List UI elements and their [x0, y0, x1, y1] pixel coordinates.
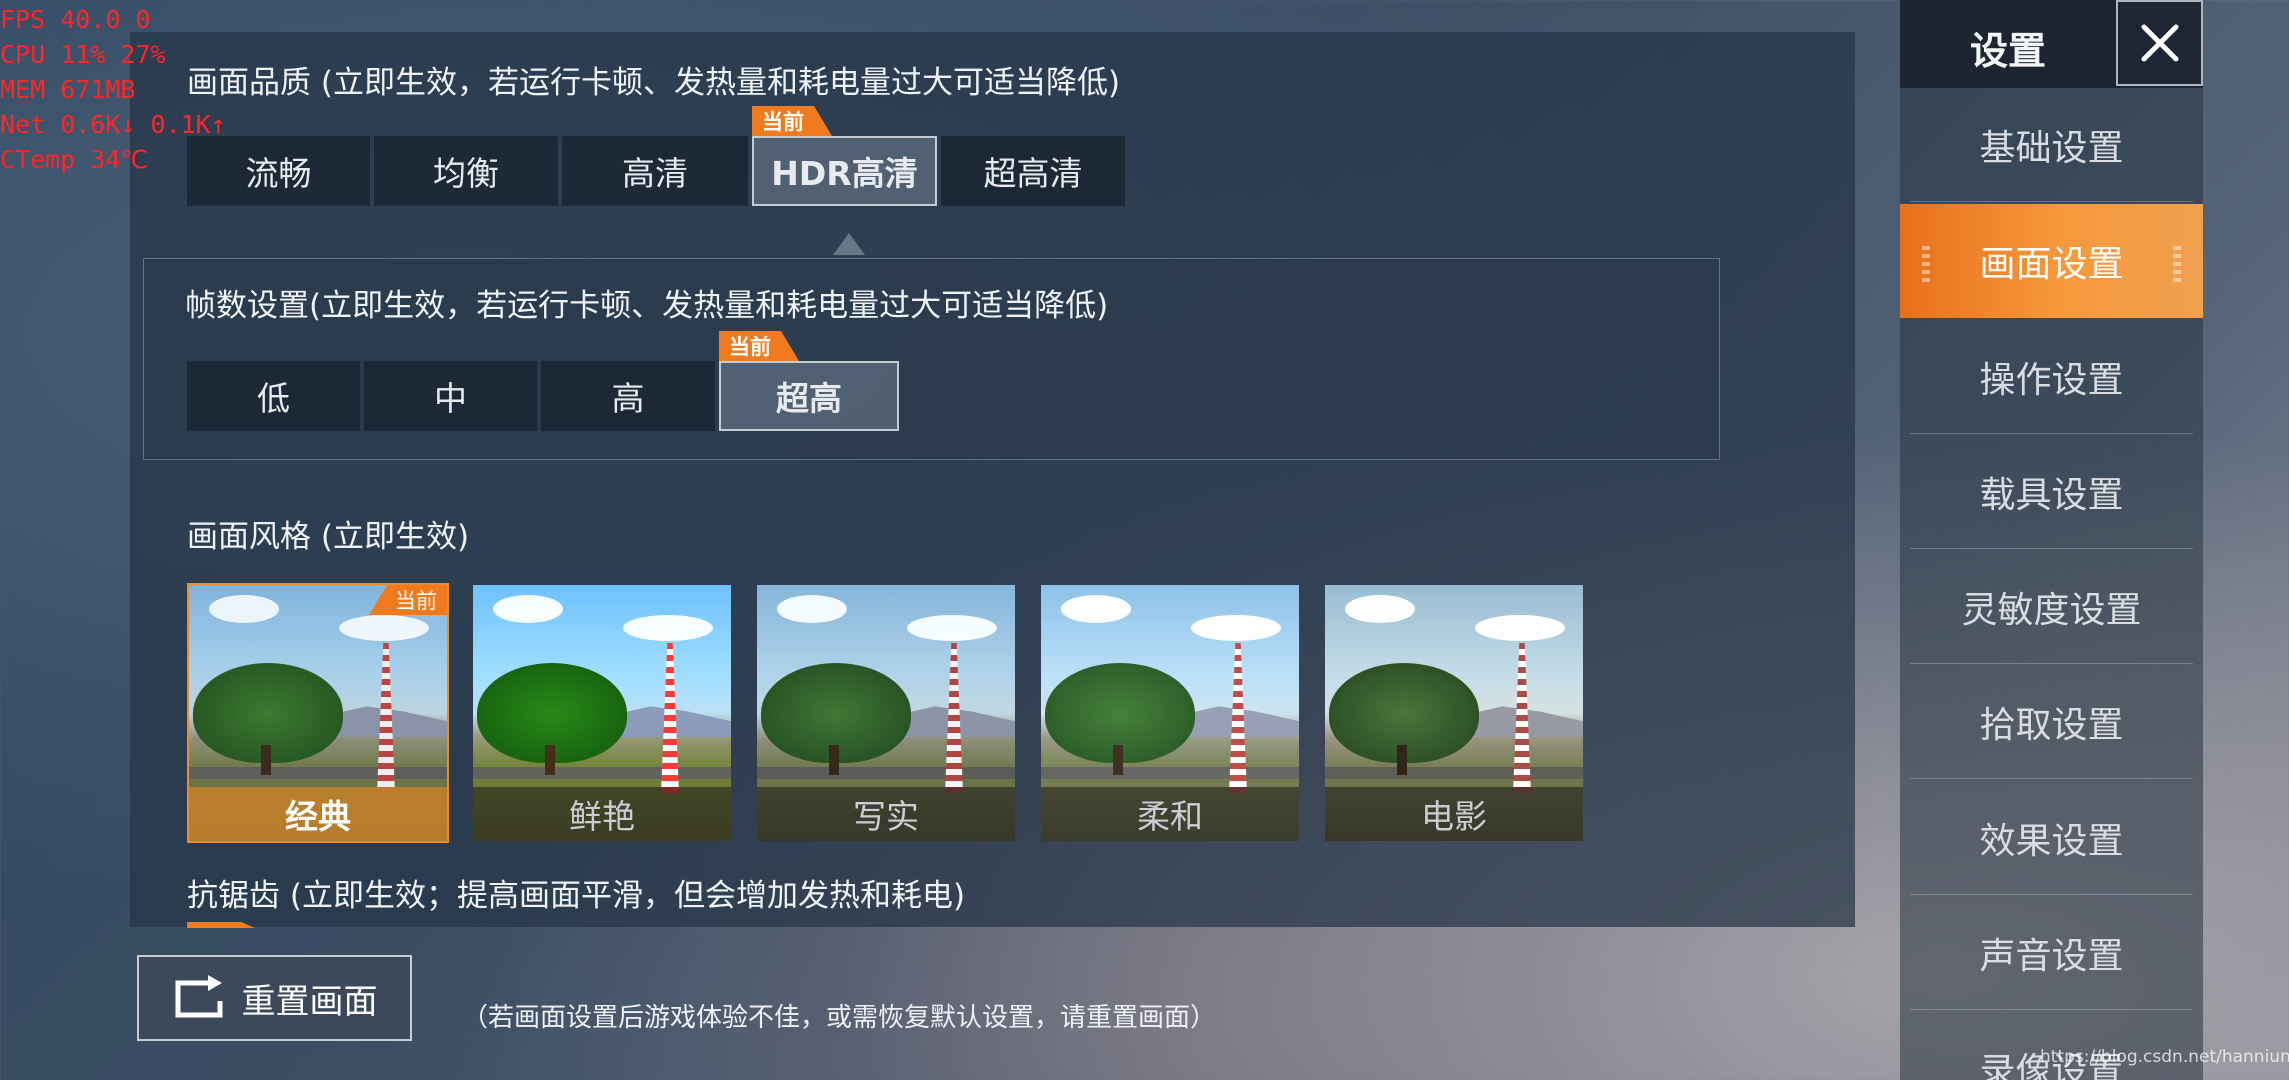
quality-option-hdr-hd-label: HDR高清 [771, 154, 918, 193]
quality-option-balanced[interactable]: 均衡 [374, 136, 558, 206]
style-card-classic[interactable]: 当前 经典 [187, 583, 449, 843]
style-card-label: 经典 [189, 787, 447, 841]
style-card-soft[interactable]: 柔和 [1039, 583, 1301, 843]
close-icon [2141, 24, 2178, 62]
settings-sidebar: 设置 基础设置 画面设置 操作设置 载具设置 灵敏度设置 拾取设置 效果设置 声… [1900, 0, 2203, 1080]
performance-overlay: FPS 40.0 0 CPU 11% 27% MEM 671MB Net 0.6… [0, 2, 226, 177]
reset-hint-text: （若画面设置后游戏体验不佳，或需恢复默认设置，请重置画面） [462, 1003, 1217, 1033]
mem-readout: MEM 671MB [0, 75, 136, 104]
style-card-label: 鲜艳 [473, 787, 731, 841]
quality-option-ultra-hd[interactable]: 超高清 [941, 136, 1125, 206]
cpu-readout: CPU 11% 27% [0, 40, 166, 69]
sidebar-item-label: 画面设置 [1979, 244, 2124, 285]
style-card-label: 电影 [1325, 787, 1583, 841]
antialias-section-title: 抗锯齿 (立即生效；提高画面平滑，但会增加发热和耗电) [187, 878, 966, 914]
sidebar-item-replay[interactable]: 录像设置 [1910, 1011, 2193, 1080]
expand-caret-icon [833, 233, 865, 255]
quality-option-hd[interactable]: 高清 [562, 136, 748, 206]
net-readout: Net 0.6K↓ 0.1K↑ [0, 110, 226, 139]
close-button[interactable] [2116, 0, 2203, 86]
framerate-option-ultra[interactable]: 超高 当前 [719, 361, 899, 431]
sidebar-item-graphics[interactable]: 画面设置 [1900, 204, 2203, 318]
framerate-option-ultra-label: 超高 [776, 379, 842, 418]
style-section-title: 画面风格 (立即生效) [187, 519, 470, 555]
sidebar-item-effects[interactable]: 效果设置 [1910, 781, 2193, 895]
sidebar-item-sensitivity[interactable]: 灵敏度设置 [1910, 550, 2193, 664]
watermark: https://blog.csdn.net/hanniuniu11 [2040, 1047, 2289, 1067]
sidebar-item-pickup[interactable]: 拾取设置 [1910, 665, 2193, 779]
sidebar-item-vehicle[interactable]: 载具设置 [1910, 435, 2193, 549]
fps-readout: FPS 40.0 0 [0, 5, 151, 34]
reset-graphics-button[interactable]: 重置画面 [137, 955, 412, 1041]
style-card-realistic[interactable]: 写实 [755, 583, 1017, 843]
sidebar-item-controls[interactable]: 操作设置 [1910, 320, 2193, 434]
grip-icon [1922, 242, 1930, 282]
framerate-section-title: 帧数设置(立即生效，若运行卡顿、发热量和耗电量过大可适当降低) [185, 288, 1109, 324]
sidebar-item-basic[interactable]: 基础设置 [1910, 88, 2193, 202]
framerate-option-low[interactable]: 低 [187, 361, 360, 431]
style-card-label: 柔和 [1041, 787, 1299, 841]
reset-graphics-label: 重置画面 [241, 981, 378, 1022]
framerate-options: 低 中 高 超高 当前 [187, 361, 899, 431]
framerate-option-high[interactable]: 高 [541, 361, 715, 431]
sidebar-title: 设置 [1970, 29, 2047, 73]
framerate-option-medium[interactable]: 中 [364, 361, 537, 431]
style-card-cinematic[interactable]: 电影 [1323, 583, 1585, 843]
style-card-label: 写实 [757, 787, 1015, 841]
reset-icon [175, 975, 222, 1018]
quality-options: 流畅 均衡 高清 HDR高清 当前 超高清 [187, 136, 1125, 206]
style-card-vivid[interactable]: 鲜艳 [471, 583, 733, 843]
quality-section-title: 画面品质 (立即生效，若运行卡顿、发热量和耗电量过大可适当降低) [187, 65, 1121, 101]
quality-option-hdr-hd[interactable]: HDR高清 当前 [752, 136, 937, 206]
sidebar-item-audio[interactable]: 声音设置 [1910, 896, 2193, 1010]
ctemp-readout: CTemp 34℃ [0, 145, 149, 174]
style-options: 当前 经典 鲜艳 写实 柔和 电影 [187, 583, 1585, 843]
grip-icon [2173, 242, 2181, 282]
